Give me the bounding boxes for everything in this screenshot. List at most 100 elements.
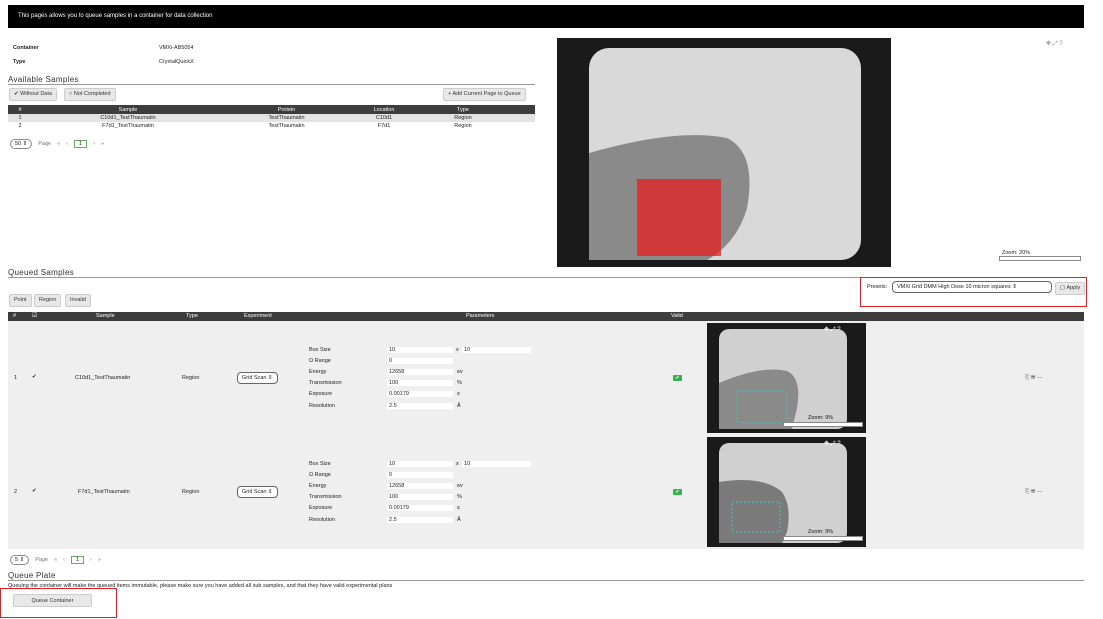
next-page-icon[interactable]: ›	[93, 141, 95, 147]
expand-icon[interactable]: ⤢	[831, 441, 836, 447]
valid-check-icon: ✔	[673, 489, 682, 495]
col-header[interactable]: #	[13, 313, 16, 319]
preset-value: VMXi Grid DMM High Dose 10 micron square…	[897, 284, 1011, 290]
last-page-icon[interactable]: »	[98, 557, 101, 563]
expand-icon[interactable]: ⤢	[1053, 41, 1058, 47]
omega-input[interactable]: 0	[387, 358, 453, 364]
col-header[interactable]: Protein	[224, 105, 349, 114]
first-page-icon[interactable]: «	[57, 141, 60, 147]
param-label: Resolution	[309, 403, 335, 409]
remove-icon[interactable]: —	[1037, 375, 1043, 381]
transmission-input[interactable]: 100	[387, 494, 453, 500]
page-number[interactable]: 1	[70, 556, 85, 564]
thumb-zoom-slider[interactable]	[783, 536, 863, 541]
zoom-slider[interactable]	[999, 256, 1081, 261]
add-page-to-queue-button[interactable]: + Add Current Page to Queue	[443, 88, 526, 101]
box-width-input[interactable]: 10	[387, 347, 453, 353]
presets-select[interactable]: VMXi Grid DMM High Dose 10 micron square…	[892, 281, 1052, 293]
prev-page-icon[interactable]: ‹	[66, 141, 68, 147]
table-row[interactable]: 2 F7d1_TestThaumatin TestThaumatin F7d1 Regi…	[8, 122, 535, 130]
resolution-input[interactable]: 2.5	[387, 403, 453, 409]
resolution-unit: Å	[457, 517, 461, 523]
row-checkbox[interactable]: ✔	[32, 374, 37, 380]
filter-label: Not Completed	[73, 91, 111, 97]
col-header[interactable]: Valid	[671, 313, 683, 319]
grid-scan-region[interactable]	[637, 179, 721, 256]
expand-icon[interactable]: ⤢	[831, 327, 836, 333]
select-all-checkbox[interactable]: ☑	[32, 312, 37, 319]
save-icon[interactable]: ▤	[1031, 375, 1035, 381]
transmission-input[interactable]: 100	[387, 380, 453, 386]
without-data-filter[interactable]: ✔ Without Data	[9, 88, 57, 101]
cell: Region	[454, 123, 472, 129]
energy-unit: ev	[457, 369, 463, 375]
invalid-filter[interactable]: Invalid	[65, 294, 91, 307]
per-page-value: 50	[15, 141, 22, 147]
col-header[interactable]: Sample	[96, 313, 115, 319]
exposure-input[interactable]: 0.00179	[387, 391, 453, 397]
cell: C10d1	[375, 115, 393, 121]
queue-container-button[interactable]: Queue Container	[13, 594, 92, 607]
col-header[interactable]: Experiment	[244, 313, 272, 319]
experiment-select[interactable]: Grid Scan ⇕	[237, 372, 278, 384]
box-height-input[interactable]: 10	[462, 461, 531, 467]
point-filter[interactable]: Point	[9, 294, 32, 307]
prev-page-icon[interactable]: ‹	[63, 557, 65, 563]
omega-input[interactable]: 0	[387, 472, 453, 478]
energy-input[interactable]: 12658	[387, 369, 453, 375]
box-height-input[interactable]: 10	[462, 347, 531, 353]
not-completed-filter[interactable]: ○ Not Completed	[64, 88, 116, 101]
row-actions: ⎘ ▤ —	[1025, 375, 1042, 382]
last-page-icon[interactable]: »	[101, 141, 104, 147]
exposure-input[interactable]: 0.00179	[387, 505, 453, 511]
presets-label: Presets:	[867, 284, 888, 290]
col-header[interactable]: Location	[349, 105, 419, 114]
transmission-unit: %	[457, 380, 462, 386]
copy-icon[interactable]: ⎘	[1025, 489, 1029, 495]
sample-thumbnail[interactable]: ✥ ⤢ ? Zoom: 9%	[707, 323, 866, 433]
radio-icon: ○	[69, 91, 73, 97]
page-number[interactable]: 1	[74, 140, 88, 148]
help-icon[interactable]: ?	[837, 327, 840, 333]
row-checkbox[interactable]: ✔	[32, 488, 37, 494]
available-samples-table: # Sample Protein Location Type 1 C10d1_Te…	[8, 105, 535, 130]
move-icon[interactable]: ✥	[824, 441, 829, 447]
col-header[interactable]: Sample	[32, 105, 224, 114]
col-header[interactable]: #	[8, 105, 32, 114]
copy-icon[interactable]: ⎘	[1025, 375, 1029, 381]
exposure-unit: s	[457, 391, 460, 397]
col-header[interactable]: Type	[419, 105, 507, 114]
sample-image-viewer[interactable]	[557, 38, 891, 267]
cell: TestThaumatin	[268, 123, 305, 129]
per-page-select[interactable]: 5 ⇕	[10, 555, 30, 565]
table-row[interactable]: 1 C10d1_TestThaumatin TestThaumatin C10d1 Re…	[8, 114, 535, 122]
box-width-input[interactable]: 10	[387, 461, 453, 467]
cell: F7d1_TestThaumatin	[102, 123, 154, 129]
move-icon[interactable]: ✥	[824, 327, 829, 333]
queued-row[interactable]: 2 ✔ F7d1_TestThaumatin Region Grid Scan …	[8, 435, 1084, 549]
region-filter[interactable]: Region	[34, 294, 62, 307]
apply-preset-button[interactable]: ▢ Apply	[1055, 282, 1086, 295]
thumb-zoom-slider[interactable]	[783, 422, 863, 427]
thumb-tools: ✥ ⤢ ?	[824, 440, 841, 448]
col-header[interactable]: Type	[186, 313, 198, 319]
queued-row[interactable]: 1 ✔ C10d1_TestThaumatin Region Grid Scan…	[8, 321, 1084, 435]
row-number: 2	[14, 489, 18, 495]
save-icon[interactable]: ▤	[1031, 489, 1035, 495]
cell: TestThaumatin	[268, 115, 305, 121]
updown-icon: ⇕	[22, 141, 28, 147]
per-page-select[interactable]: 50 ⇕	[10, 139, 33, 149]
thumbnail-image	[707, 437, 866, 547]
experiment-select[interactable]: Grid Scan ⇕	[237, 486, 278, 498]
col-header[interactable]: Parameters	[466, 313, 494, 319]
move-icon[interactable]: ✥	[1046, 41, 1051, 47]
help-icon[interactable]: ?	[837, 441, 840, 447]
next-page-icon[interactable]: ›	[90, 557, 92, 563]
remove-icon[interactable]: —	[1037, 489, 1043, 495]
resolution-input[interactable]: 2.5	[387, 517, 453, 523]
help-icon[interactable]: ?	[1059, 41, 1062, 47]
energy-input[interactable]: 12658	[387, 483, 453, 489]
sample-thumbnail[interactable]: ✥ ⤢ ? Zoom: 9%	[707, 437, 866, 547]
sample-name: C10d1_TestThaumatin	[75, 375, 131, 381]
first-page-icon[interactable]: «	[54, 557, 57, 563]
